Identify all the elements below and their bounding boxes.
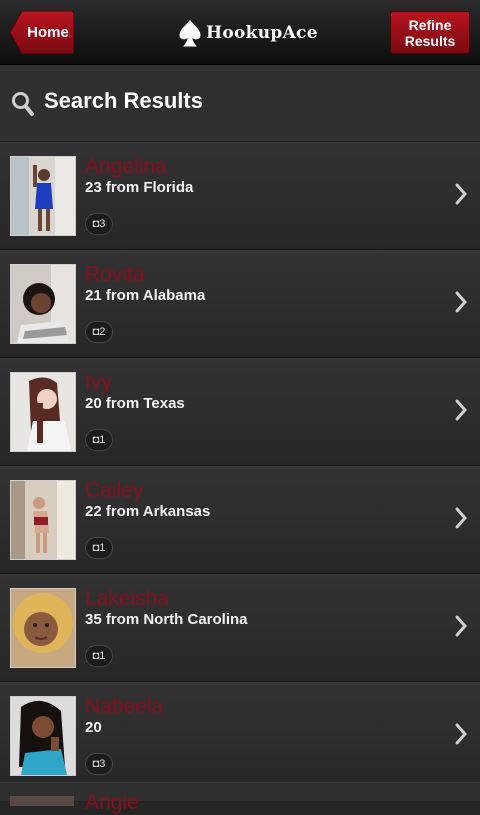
result-age-location: 21 from Alabama bbox=[85, 287, 206, 304]
result-name: Angie bbox=[85, 791, 139, 814]
profile-photo bbox=[10, 156, 76, 236]
photo-count-badge: ◘1 bbox=[85, 537, 113, 559]
photo-count-badge: ◘3 bbox=[85, 753, 113, 775]
result-name: Angelina bbox=[85, 155, 167, 178]
result-age-location: 35 from North Carolina bbox=[85, 611, 248, 628]
chevron-right-icon bbox=[455, 723, 468, 745]
result-row[interactable]: Angelina 23 from Florida ◘3 bbox=[0, 142, 480, 250]
result-row[interactable]: Cailey 22 from Arkansas ◘1 bbox=[0, 466, 480, 574]
result-row[interactable]: Nabeela 20 ◘3 bbox=[0, 682, 480, 790]
chevron-right-icon bbox=[455, 615, 468, 637]
results-list: Angelina 23 from Florida ◘3 Rovita 21 fr… bbox=[0, 142, 480, 790]
photo-count: 3 bbox=[99, 218, 106, 230]
profile-photo bbox=[10, 480, 76, 560]
chevron-right-icon bbox=[455, 399, 468, 421]
profile-photo bbox=[10, 588, 76, 668]
page-title: Search Results bbox=[44, 88, 203, 113]
top-bar: Home HookupAce Refine Results bbox=[0, 0, 480, 65]
spade-icon bbox=[178, 18, 202, 48]
result-row[interactable]: Lakeisha 35 from North Carolina ◘1 bbox=[0, 574, 480, 682]
result-age-location: 20 from Texas bbox=[85, 395, 185, 412]
photo-count-badge: ◘2 bbox=[85, 321, 113, 343]
result-name: Rovita bbox=[85, 263, 145, 286]
result-row-partial[interactable]: Angie bbox=[0, 782, 480, 814]
result-age-location: 23 from Florida bbox=[85, 179, 194, 196]
result-age-location: 22 from Arkansas bbox=[85, 503, 211, 520]
search-icon bbox=[12, 92, 34, 116]
photo-count-badge: ◘1 bbox=[85, 645, 113, 667]
profile-photo bbox=[10, 796, 74, 806]
photo-count: 1 bbox=[99, 434, 106, 446]
home-button[interactable]: Home bbox=[10, 11, 74, 54]
photo-count: 2 bbox=[99, 326, 106, 338]
photo-count-badge: ◘1 bbox=[85, 429, 113, 451]
profile-photo bbox=[10, 372, 76, 452]
result-name: Lakeisha bbox=[85, 587, 170, 610]
app-logo: HookupAce bbox=[178, 16, 318, 50]
photo-count: 3 bbox=[99, 758, 106, 770]
chevron-right-icon bbox=[455, 507, 468, 529]
result-name: Ivy bbox=[85, 371, 112, 394]
refine-label-line2: Results bbox=[404, 33, 456, 49]
result-row[interactable]: Rovita 21 from Alabama ◘2 bbox=[0, 250, 480, 358]
profile-photo bbox=[10, 696, 76, 776]
chevron-right-icon bbox=[455, 291, 468, 313]
home-button-label: Home bbox=[27, 24, 69, 41]
photo-count: 1 bbox=[99, 542, 106, 554]
photo-count-badge: ◘3 bbox=[85, 213, 113, 235]
result-name: Cailey bbox=[85, 479, 144, 502]
profile-photo bbox=[10, 264, 76, 344]
result-row[interactable]: Ivy 20 from Texas ◘1 bbox=[0, 358, 480, 466]
photo-count: 1 bbox=[99, 650, 106, 662]
refine-results-button[interactable]: Refine Results bbox=[390, 11, 470, 54]
logo-text: HookupAce bbox=[206, 23, 318, 43]
result-age-location: 20 bbox=[85, 719, 102, 736]
result-name: Nabeela bbox=[85, 695, 164, 718]
refine-label-line1: Refine bbox=[408, 17, 452, 33]
chevron-right-icon bbox=[455, 183, 468, 205]
